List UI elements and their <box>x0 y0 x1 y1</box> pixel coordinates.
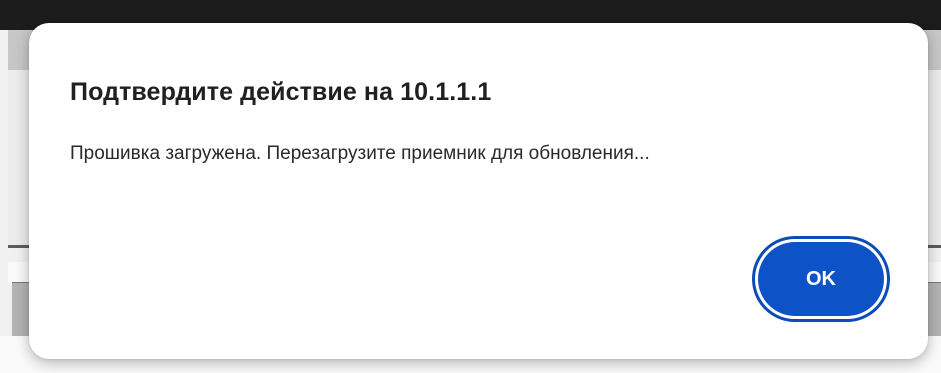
dialog-title: Подтвердите действие на 10.1.1.1 <box>70 78 492 106</box>
ok-button[interactable]: OK <box>752 236 890 322</box>
ok-button-label: OK <box>758 242 884 316</box>
confirm-dialog: Подтвердите действие на 10.1.1.1 Прошивк… <box>29 23 928 359</box>
dialog-message: Прошивка загружена. Перезагрузите приемн… <box>70 143 650 164</box>
